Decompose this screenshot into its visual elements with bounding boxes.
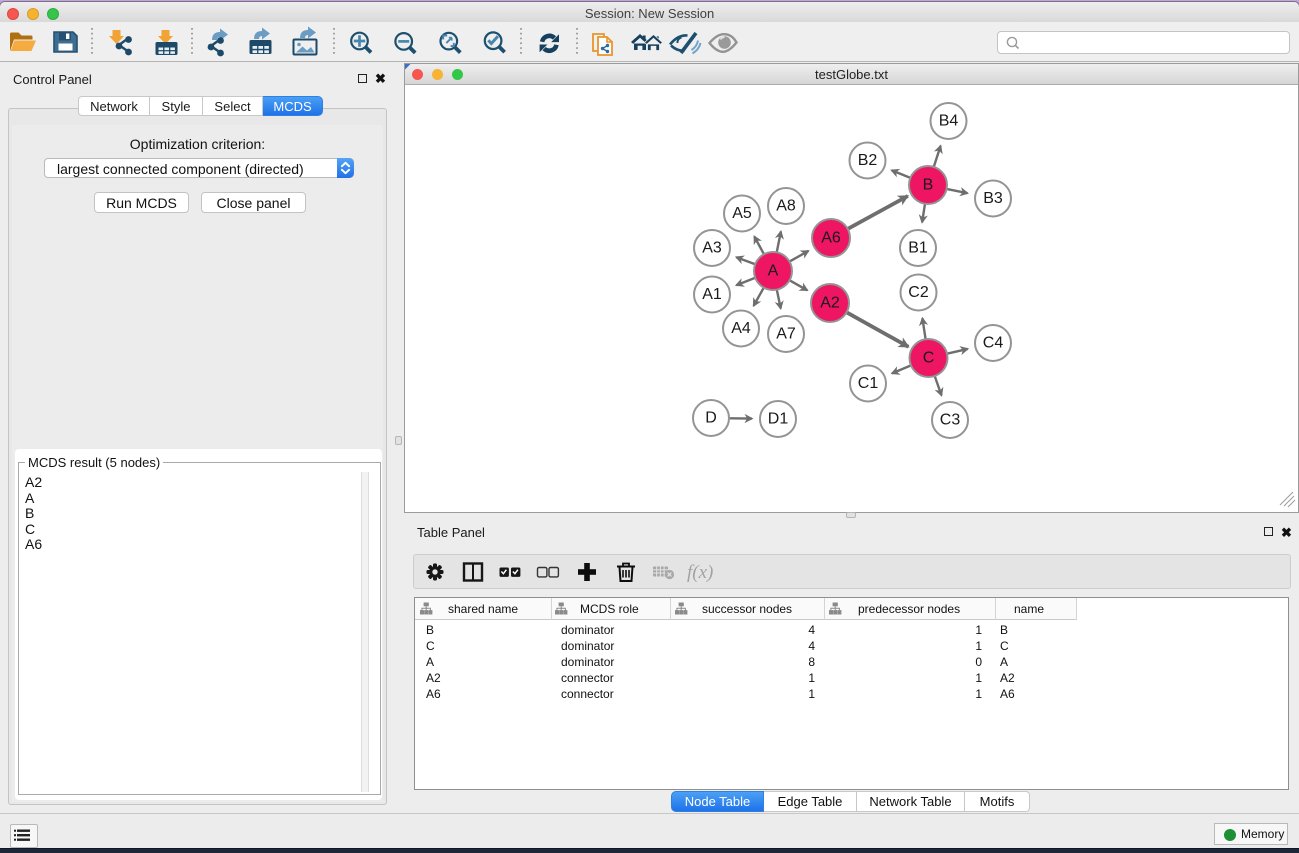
svg-text:C2: C2	[908, 284, 929, 301]
svg-text:C1: C1	[858, 375, 879, 392]
svg-text:D1: D1	[768, 411, 789, 428]
svg-text:A2: A2	[820, 295, 840, 312]
svg-text:B2: B2	[858, 152, 878, 169]
svg-text:B4: B4	[939, 113, 959, 130]
svg-text:A1: A1	[702, 286, 722, 303]
svg-text:A3: A3	[702, 240, 722, 257]
svg-text:C4: C4	[983, 335, 1004, 352]
svg-text:A6: A6	[821, 230, 841, 247]
svg-text:B1: B1	[908, 240, 928, 257]
svg-text:C3: C3	[940, 412, 961, 429]
svg-text:B3: B3	[983, 190, 1003, 207]
svg-text:D: D	[705, 410, 717, 427]
svg-text:A7: A7	[776, 326, 796, 343]
svg-text:A8: A8	[776, 198, 796, 215]
svg-text:C: C	[923, 350, 935, 367]
svg-text:B: B	[923, 177, 934, 194]
svg-text:A: A	[768, 263, 779, 280]
svg-text:A5: A5	[732, 205, 752, 222]
svg-text:f(x): f(x)	[687, 562, 713, 583]
svg-text:A4: A4	[731, 320, 751, 337]
